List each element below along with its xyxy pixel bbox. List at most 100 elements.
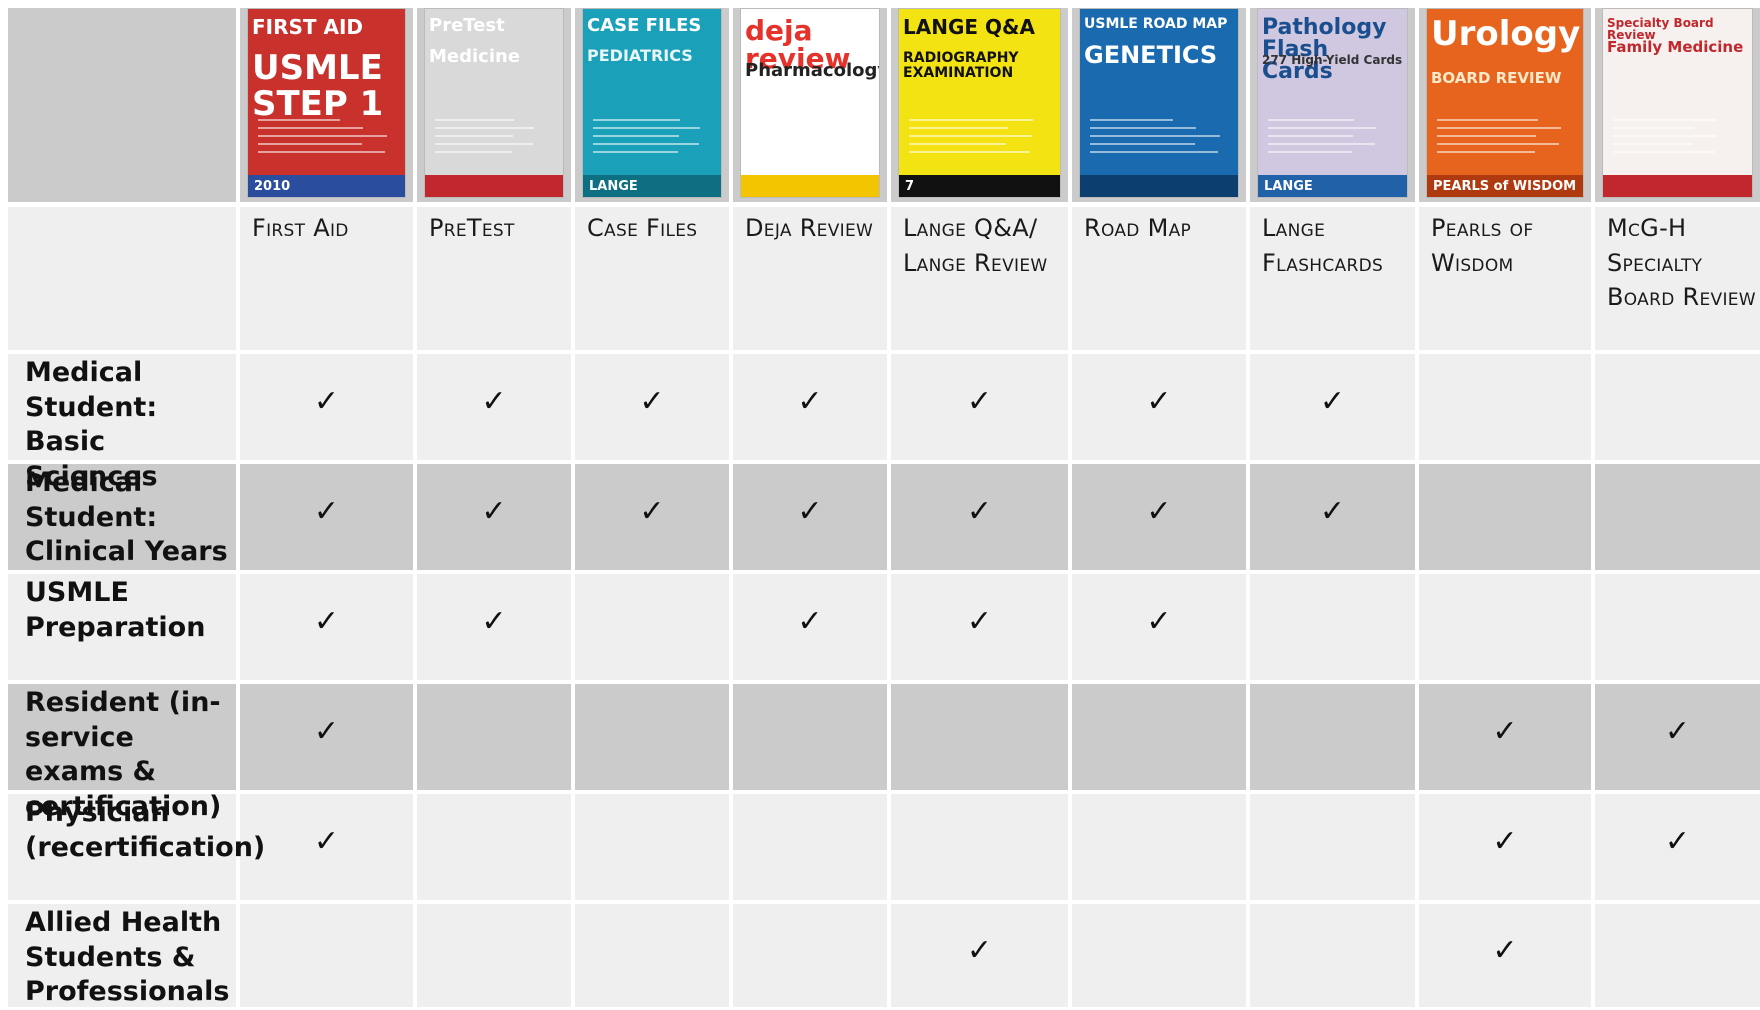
table-cell (1419, 354, 1591, 460)
table-cell (1250, 574, 1415, 680)
cover-text-lines (751, 119, 869, 159)
check-mark: ✓ (797, 604, 823, 639)
cover-text-lines (1437, 119, 1573, 159)
table-cell (1595, 464, 1760, 570)
table-cell (8, 207, 236, 350)
cover-text-lines (1613, 119, 1742, 159)
cover-subtitle: USMLE STEP 1 (252, 48, 384, 124)
table-cell (417, 684, 571, 790)
check-mark: ✓ (1319, 494, 1346, 529)
table-cell (1595, 904, 1760, 1007)
cover-band (425, 175, 563, 197)
table-cell (891, 794, 1068, 900)
check-mark: ✓ (966, 932, 993, 968)
cover-text-lines (1268, 119, 1397, 159)
row-label: USMLE Preparation (25, 577, 206, 643)
table-cell (1072, 904, 1246, 1007)
cover-title: Pathology Flash Cards (1262, 15, 1387, 84)
check-mark: ✓ (1492, 824, 1518, 859)
cover-badge: 2010 (254, 179, 291, 194)
check-mark: ✓ (313, 604, 340, 639)
cover-text-lines (258, 119, 395, 159)
check-mark: ✓ (1146, 384, 1172, 419)
lange-flashcards-cover: Pathology Flash Cards 277 High-Yield Card… (1257, 8, 1408, 198)
check-mark: ✓ (966, 604, 993, 639)
cover-badge: PEARLS of WISDOM (1433, 179, 1577, 194)
column-header: McG-H Specialty Board Review (1607, 214, 1756, 311)
deja-review-cover: deja review Pharmacology (740, 8, 880, 198)
table-cell (1595, 354, 1760, 460)
check-mark: ✓ (313, 714, 340, 749)
table-cell (417, 794, 571, 900)
column-header: Lange Flashcards (1262, 214, 1384, 277)
cover-subtitle: RADIOGRAPHY EXAMINATION (903, 50, 1019, 81)
check-mark: ✓ (1492, 932, 1518, 968)
row-label: Physician (recertification) (25, 797, 266, 863)
table-cell (1072, 794, 1246, 900)
table-cell (733, 684, 887, 790)
column-header: Pearls of Wisdom (1431, 214, 1534, 277)
cover-text-lines (435, 119, 553, 159)
table-cell (733, 794, 887, 900)
table-cell (417, 904, 571, 1007)
cover-subtitle: Medicine (429, 46, 521, 68)
check-mark: ✓ (797, 494, 823, 529)
check-mark: ✓ (966, 494, 993, 529)
road-map-cover: USMLE ROAD MAP GENETICS (1079, 8, 1239, 198)
table-cell (1072, 684, 1246, 790)
column-header: Road Map (1084, 214, 1192, 242)
cover-title: Urology (1431, 14, 1581, 54)
comparison-table: FIRST AID USMLE STEP 1 2010 PreTest Medicine… (0, 0, 1760, 1007)
cover-title: USMLE ROAD MAP (1084, 16, 1228, 32)
cover-text-lines (909, 119, 1050, 159)
cover-subtitle: GENETICS (1084, 40, 1218, 69)
cover-badge: LANGE (589, 179, 638, 194)
lange-qa-cover: LANGE Q&A RADIOGRAPHY EXAMINATION 7 (898, 8, 1061, 198)
column-header: Deja Review (745, 214, 874, 242)
table-cell (1595, 574, 1760, 680)
check-mark: ✓ (313, 494, 340, 529)
table-cell (733, 904, 887, 1007)
cover-subtitle: Pharmacology (745, 60, 880, 82)
check-mark: ✓ (797, 384, 823, 419)
table-cell (575, 574, 729, 680)
check-mark: ✓ (966, 384, 993, 419)
specialty-board-cover: Specialty Board Review Family Medicine (1602, 8, 1753, 198)
check-mark: ✓ (1146, 604, 1172, 639)
table-cell (1250, 794, 1415, 900)
cover-band (1080, 175, 1238, 197)
cover-title: CASE FILES (587, 15, 702, 36)
cover-text-lines (593, 119, 711, 159)
cover-title: FIRST AID (252, 15, 364, 39)
check-mark: ✓ (639, 384, 665, 419)
cover-badge: LANGE (1264, 179, 1313, 194)
cover-subtitle: BOARD REVIEW (1431, 68, 1562, 87)
check-mark: ✓ (1492, 714, 1518, 749)
check-mark: ✓ (1319, 384, 1346, 419)
check-mark: ✓ (313, 824, 340, 859)
cover-title: LANGE Q&A (903, 15, 1035, 39)
cover-band (741, 175, 879, 197)
check-mark: ✓ (313, 384, 340, 419)
check-mark: ✓ (481, 494, 507, 529)
cover-band (1603, 175, 1752, 197)
table-cell (1419, 574, 1591, 680)
cover-band (899, 175, 1060, 197)
cover-subtitle: PEDIATRICS (587, 46, 693, 66)
cover-badge: 7 (905, 179, 915, 194)
check-mark: ✓ (481, 604, 507, 639)
cover-subtitle: 277 High-Yield Cards (1262, 52, 1403, 67)
check-mark: ✓ (1664, 714, 1691, 749)
table-cell (1250, 904, 1415, 1007)
cover-subtitle: Family Medicine (1607, 37, 1744, 56)
cover-text-lines (1090, 119, 1228, 159)
column-header: Lange Q&A/ Lange Review (903, 214, 1048, 277)
case-files-cover: CASE FILES PEDIATRICS LANGE (582, 8, 722, 198)
row-label: Medical Student: Clinical Years (25, 467, 228, 567)
check-mark: ✓ (1146, 494, 1172, 529)
table-cell (575, 794, 729, 900)
column-header: PreTest (429, 214, 515, 242)
table-cell (575, 684, 729, 790)
table-cell (1250, 684, 1415, 790)
table-cell (240, 904, 413, 1007)
